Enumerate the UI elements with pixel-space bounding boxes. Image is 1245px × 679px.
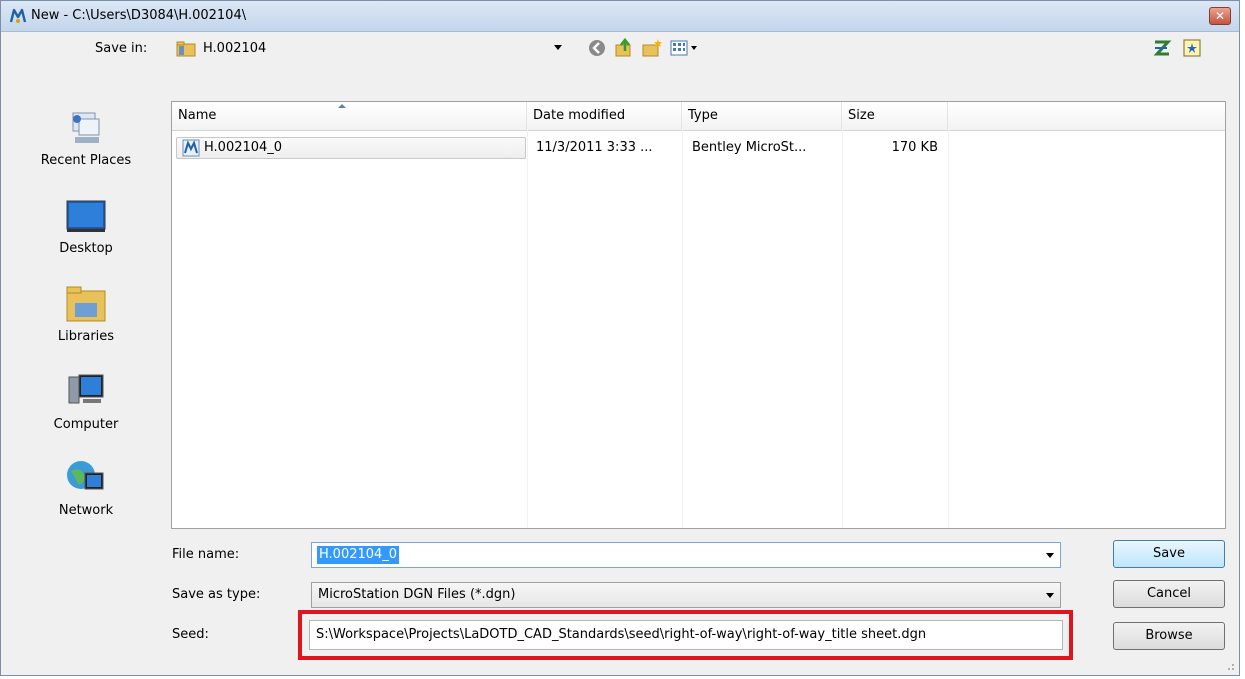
computer-icon xyxy=(68,374,104,404)
title-bar: New - C:\Users\D3084\H.002104\ ✕ xyxy=(1,1,1239,32)
place-label: Desktop xyxy=(59,241,113,256)
chevron-down-icon[interactable] xyxy=(1046,553,1054,558)
file-name-label: File name: xyxy=(172,547,240,562)
view-menu-icon[interactable] xyxy=(669,37,699,59)
new-folder-icon[interactable] xyxy=(641,37,663,59)
save-as-type-value: MicroStation DGN Files (*.dgn) xyxy=(318,587,516,602)
save-button[interactable]: Save xyxy=(1113,540,1225,568)
place-label: Network xyxy=(58,503,114,518)
file-type: Bentley MicroSt... xyxy=(692,140,807,155)
table-row[interactable]: H.002104_0 11/3/2011 3:33 ... Bentley Mi… xyxy=(172,136,948,160)
column-header-name[interactable]: Name xyxy=(172,102,527,130)
place-label: Recent Places xyxy=(40,153,132,168)
column-divider xyxy=(948,130,949,528)
save-dialog: New - C:\Users\D3084\H.002104\ ✕ Save in… xyxy=(0,0,1240,676)
close-button[interactable]: ✕ xyxy=(1209,7,1231,25)
close-icon: ✕ xyxy=(1214,9,1226,23)
place-computer[interactable]: Computer xyxy=(11,371,161,432)
sort-ascending-icon xyxy=(338,104,346,108)
save-in-label: Save in: xyxy=(95,41,148,56)
column-header-type[interactable]: Type xyxy=(682,102,842,130)
microstation-settings-icon[interactable] xyxy=(1151,37,1173,59)
file-list-header: Name Date modified Type Size xyxy=(172,102,1225,131)
recent-places-icon xyxy=(72,112,100,143)
up-folder-icon[interactable] xyxy=(613,37,635,59)
desktop-icon xyxy=(66,200,106,232)
column-divider xyxy=(682,130,683,528)
cancel-button[interactable]: Cancel xyxy=(1113,580,1225,608)
place-recent-places[interactable]: Recent Places xyxy=(11,107,161,168)
chevron-down-icon xyxy=(1046,593,1054,598)
dgn-file-icon xyxy=(182,139,200,157)
save-as-type-label: Save as type: xyxy=(172,587,261,602)
save-as-type-dropdown[interactable]: MicroStation DGN Files (*.dgn) xyxy=(311,582,1061,608)
window-title: New - C:\Users\D3084\H.002104\ xyxy=(31,8,247,23)
directory-icon[interactable] xyxy=(1181,37,1203,59)
file-list[interactable]: Name Date modified Type Size H.002104_0 … xyxy=(171,101,1226,529)
libraries-icon xyxy=(66,286,106,322)
file-date: 11/3/2011 3:33 ... xyxy=(536,140,653,155)
place-desktop[interactable]: Desktop xyxy=(11,195,161,256)
file-name: H.002104_0 xyxy=(204,140,283,155)
column-divider xyxy=(842,130,843,528)
folder-icon xyxy=(176,41,196,57)
save-in-value: H.002104 xyxy=(203,41,267,56)
places-bar: Recent Places Desktop Libraries Computer… xyxy=(11,71,161,531)
save-in-dropdown[interactable]: H.002104 xyxy=(170,35,568,63)
column-divider xyxy=(527,130,528,528)
resize-grip-icon[interactable] xyxy=(1225,661,1235,671)
file-name-input[interactable]: H.002104_0 xyxy=(311,542,1061,568)
file-size: 170 KB xyxy=(891,140,938,155)
place-network[interactable]: Network xyxy=(11,457,161,518)
back-icon[interactable] xyxy=(586,37,608,59)
chevron-down-icon xyxy=(554,45,562,50)
file-name-value: H.002104_0 xyxy=(317,546,400,564)
place-libraries[interactable]: Libraries xyxy=(11,283,161,344)
microstation-app-icon xyxy=(9,8,27,23)
seed-highlight-annotation xyxy=(298,610,1073,660)
place-label: Libraries xyxy=(57,329,115,344)
seed-label: Seed: xyxy=(172,627,209,642)
column-header-size[interactable]: Size xyxy=(842,102,948,130)
column-header-date[interactable]: Date modified xyxy=(527,102,682,130)
place-label: Computer xyxy=(53,417,119,432)
network-icon xyxy=(67,461,104,490)
browse-button[interactable]: Browse xyxy=(1113,622,1225,650)
